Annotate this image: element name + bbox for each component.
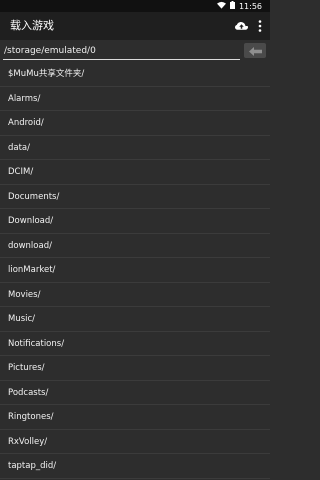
arrow-left-icon [248, 41, 262, 60]
list-item[interactable]: Alarms/ [0, 87, 270, 111]
list-item[interactable]: Ringtones/ [0, 405, 270, 430]
back-button[interactable] [244, 43, 266, 58]
list-item[interactable]: taptap_did/ [0, 454, 270, 479]
list-item[interactable]: Documents/ [0, 185, 270, 209]
overflow-menu-icon[interactable] [258, 17, 262, 36]
list-item[interactable]: Podcasts/ [0, 381, 270, 405]
wifi-icon [216, 1, 226, 11]
list-item[interactable]: Notifications/ [0, 332, 270, 356]
list-item[interactable]: DCIM/ [0, 160, 270, 185]
list-item[interactable]: Download/ [0, 209, 270, 234]
list-item[interactable]: Pictures/ [0, 356, 270, 381]
list-item[interactable]: Movies/ [0, 283, 270, 307]
app-bar: 载入游戏 [0, 12, 270, 40]
battery-icon [229, 1, 235, 11]
status-time: 11:56 [238, 1, 262, 11]
status-bar: 11:56 [0, 0, 270, 12]
cloud-upload-icon[interactable] [235, 17, 248, 36]
list-item[interactable]: download/ [0, 234, 270, 258]
list-item[interactable]: Music/ [0, 307, 270, 332]
list-item[interactable]: data/ [0, 136, 270, 160]
list-item[interactable]: Android/ [0, 111, 270, 136]
page-title: 载入游戏 [10, 19, 54, 32]
folder-list: $MuMu共享文件夹/Alarms/Android/data/DCIM/Docu… [0, 62, 270, 479]
path-input[interactable] [3, 43, 240, 60]
list-item[interactable]: RxVolley/ [0, 430, 270, 454]
path-bar [0, 40, 270, 62]
list-item[interactable]: lionMarket/ [0, 258, 270, 283]
status-icons: 11:56 [216, 0, 262, 12]
list-item[interactable]: $MuMu共享文件夹/ [0, 62, 270, 87]
app-bar-actions [235, 12, 262, 40]
